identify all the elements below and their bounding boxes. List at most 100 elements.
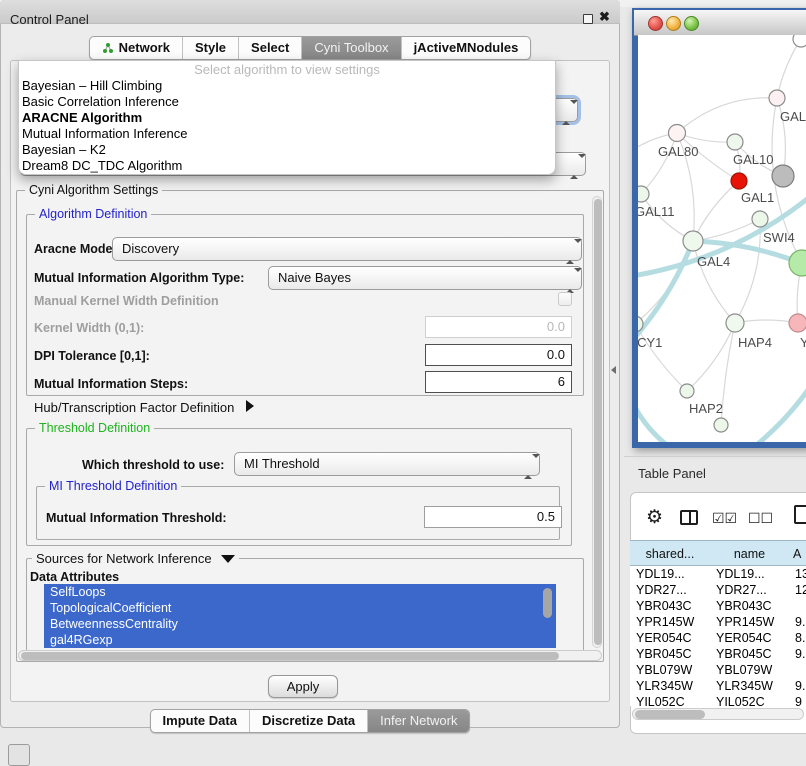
table-row[interactable]: YBL079WYBL079W xyxy=(630,662,806,678)
attribute-item[interactable]: TopologicalCoefficient xyxy=(44,600,556,616)
which-threshold-combo[interactable]: MI Threshold xyxy=(234,452,540,476)
table-row[interactable]: YPR145WYPR145W9. xyxy=(630,614,806,630)
mac-zoom-button[interactable] xyxy=(684,16,699,31)
node-pink-right[interactable] xyxy=(789,314,806,332)
node-swi4[interactable] xyxy=(752,211,768,227)
apply-button[interactable]: Apply xyxy=(268,675,338,698)
combo-arrows-icon xyxy=(562,104,571,116)
sources-toggle[interactable]: Sources for Network Inference xyxy=(32,551,239,566)
algorithm-option[interactable]: ARACNE Algorithm xyxy=(19,110,555,126)
tab-style[interactable]: Style xyxy=(182,37,238,59)
tab-cyni-toolbox[interactable]: Cyni Toolbox xyxy=(301,37,400,59)
aracne-mode-value: Discovery xyxy=(122,241,179,256)
tab-jactivemnodules[interactable]: jActiveMNodules xyxy=(401,37,531,59)
algorithm-option[interactable]: Bayesian – Hill Climbing xyxy=(19,78,555,94)
expanded-arrow-icon xyxy=(221,555,235,563)
mac-close-button[interactable] xyxy=(648,16,663,31)
network-graph: GALGAL80GAL10GAL1GAL11SWI4GAL4GCY1HAP4YH… xyxy=(638,35,806,442)
network-edge[interactable] xyxy=(687,323,735,391)
table-cell: YIL052C xyxy=(716,694,789,706)
node-gal1[interactable] xyxy=(731,173,747,189)
node-bottom[interactable] xyxy=(714,418,728,432)
table-cell: YER054C xyxy=(716,630,789,646)
table-row[interactable]: YBR043CYBR043C xyxy=(630,598,806,614)
hub-definition-toggle[interactable]: Hub/Transcription Factor Definition xyxy=(34,400,254,415)
network-edge[interactable] xyxy=(677,98,777,133)
network-edge[interactable] xyxy=(638,241,693,347)
mi-threshold-field[interactable]: 0.5 xyxy=(424,506,562,528)
combo-arrows-icon xyxy=(566,243,575,255)
float-window-icon[interactable] xyxy=(583,14,593,24)
node-top[interactable] xyxy=(793,35,806,47)
node-hap4[interactable] xyxy=(726,314,744,332)
tab-impute-data[interactable]: Impute Data xyxy=(151,710,249,732)
new-table-document-icon[interactable] xyxy=(794,505,806,524)
tab-infer-network[interactable]: Infer Network xyxy=(367,710,469,732)
table-row[interactable]: YBR045CYBR045C9. xyxy=(630,646,806,662)
algorithm-option[interactable]: Mutual Information Inference xyxy=(19,126,555,142)
node-gal4[interactable] xyxy=(683,231,703,251)
network-edge[interactable] xyxy=(638,387,672,442)
table-cell: YPR145W xyxy=(636,614,710,630)
close-icon[interactable]: ✖ xyxy=(599,9,610,25)
split-pane-handle[interactable] xyxy=(611,366,616,374)
kernel-width-field[interactable]: 0.0 xyxy=(425,316,572,338)
table-row[interactable]: YDL19...YDL19...13 xyxy=(630,566,806,582)
algorithm-option[interactable]: Bayesian – K2 xyxy=(19,142,555,158)
bottom-tab-bar: Impute DataDiscretize DataInfer Network xyxy=(0,709,620,733)
network-edge[interactable] xyxy=(638,241,693,324)
node-gal80[interactable] xyxy=(669,125,686,142)
node-gray[interactable] xyxy=(772,165,794,187)
node-gal-cut[interactable] xyxy=(769,90,785,106)
mi-algorithm-type-combo[interactable]: Naive Bayes xyxy=(268,266,582,290)
node-gal10[interactable] xyxy=(727,134,743,150)
table-cell: YDL19... xyxy=(716,566,789,582)
table-cell: 9. xyxy=(795,646,806,662)
aracne-mode-combo[interactable]: Discovery xyxy=(112,237,582,261)
control-panel-title: Control Panel xyxy=(10,12,89,27)
network-canvas[interactable]: GALGAL80GAL10GAL1GAL11SWI4GAL4GCY1HAP4YH… xyxy=(638,35,806,442)
table-row[interactable]: YDR27...YDR27...12 xyxy=(630,582,806,598)
network-edge[interactable] xyxy=(777,39,801,98)
settings-vertical-scrollbar[interactable] xyxy=(592,196,602,648)
tab-discretize-data[interactable]: Discretize Data xyxy=(249,710,367,732)
column-header[interactable]: shared... xyxy=(630,541,711,566)
select-all-checks-icon[interactable]: ☑☑ xyxy=(712,510,737,527)
attribute-item[interactable]: gal4RGexp xyxy=(44,632,556,648)
node-gal11[interactable] xyxy=(638,186,649,202)
network-edge[interactable] xyxy=(693,181,739,241)
algorithm-option[interactable]: Dream8 DC_TDC Algorithm xyxy=(19,158,555,174)
mac-minimize-button[interactable] xyxy=(666,16,681,31)
settings-horizontal-scrollbar[interactable] xyxy=(18,650,602,661)
node-hap2-label: HAP2 xyxy=(689,401,723,416)
manual-kernel-checkbox[interactable] xyxy=(558,292,572,306)
table-cell: YDR27... xyxy=(716,582,789,598)
table-row[interactable]: YIL052CYIL052C9 xyxy=(630,694,806,706)
columns-icon[interactable] xyxy=(680,510,698,525)
attribute-item[interactable]: BetweennessCentrality xyxy=(44,616,556,632)
tab-label: Style xyxy=(195,37,226,59)
table-row[interactable]: YER054CYER054C8. xyxy=(630,630,806,646)
minimized-panel-icon[interactable] xyxy=(8,744,30,766)
settings-group-title: Cyni Algorithm Settings xyxy=(25,183,162,197)
network-edge[interactable] xyxy=(754,365,806,442)
mi-steps-field[interactable]: 6 xyxy=(425,371,572,393)
data-attributes-list: SelfLoopsTopologicalCoefficientBetweenne… xyxy=(44,584,556,648)
tab-select[interactable]: Select xyxy=(238,37,301,59)
node-green-right[interactable] xyxy=(789,250,806,276)
algorithm-option[interactable]: Basic Correlation Inference xyxy=(19,94,555,110)
tab-network[interactable]: Network xyxy=(90,37,182,59)
dpi-tolerance-field[interactable]: 0.0 xyxy=(425,344,572,366)
attribute-item[interactable]: SelfLoops xyxy=(44,584,556,600)
column-header[interactable]: A xyxy=(789,541,806,566)
column-header[interactable]: name xyxy=(710,541,790,566)
dropdown-hint: Select algorithm to view settings xyxy=(19,61,555,78)
table-row[interactable]: YLR345WYLR345W9. xyxy=(630,678,806,694)
node-hap2[interactable] xyxy=(680,384,694,398)
mi-threshold-label: Mutual Information Threshold: xyxy=(46,511,227,525)
tab-label: Select xyxy=(251,37,289,59)
gear-icon[interactable]: ⚙ xyxy=(646,506,663,529)
attributes-scrollbar[interactable] xyxy=(543,588,552,618)
table-horizontal-scrollbar[interactable] xyxy=(632,708,804,720)
deselect-all-checks-icon[interactable]: ☐☐ xyxy=(748,510,773,527)
